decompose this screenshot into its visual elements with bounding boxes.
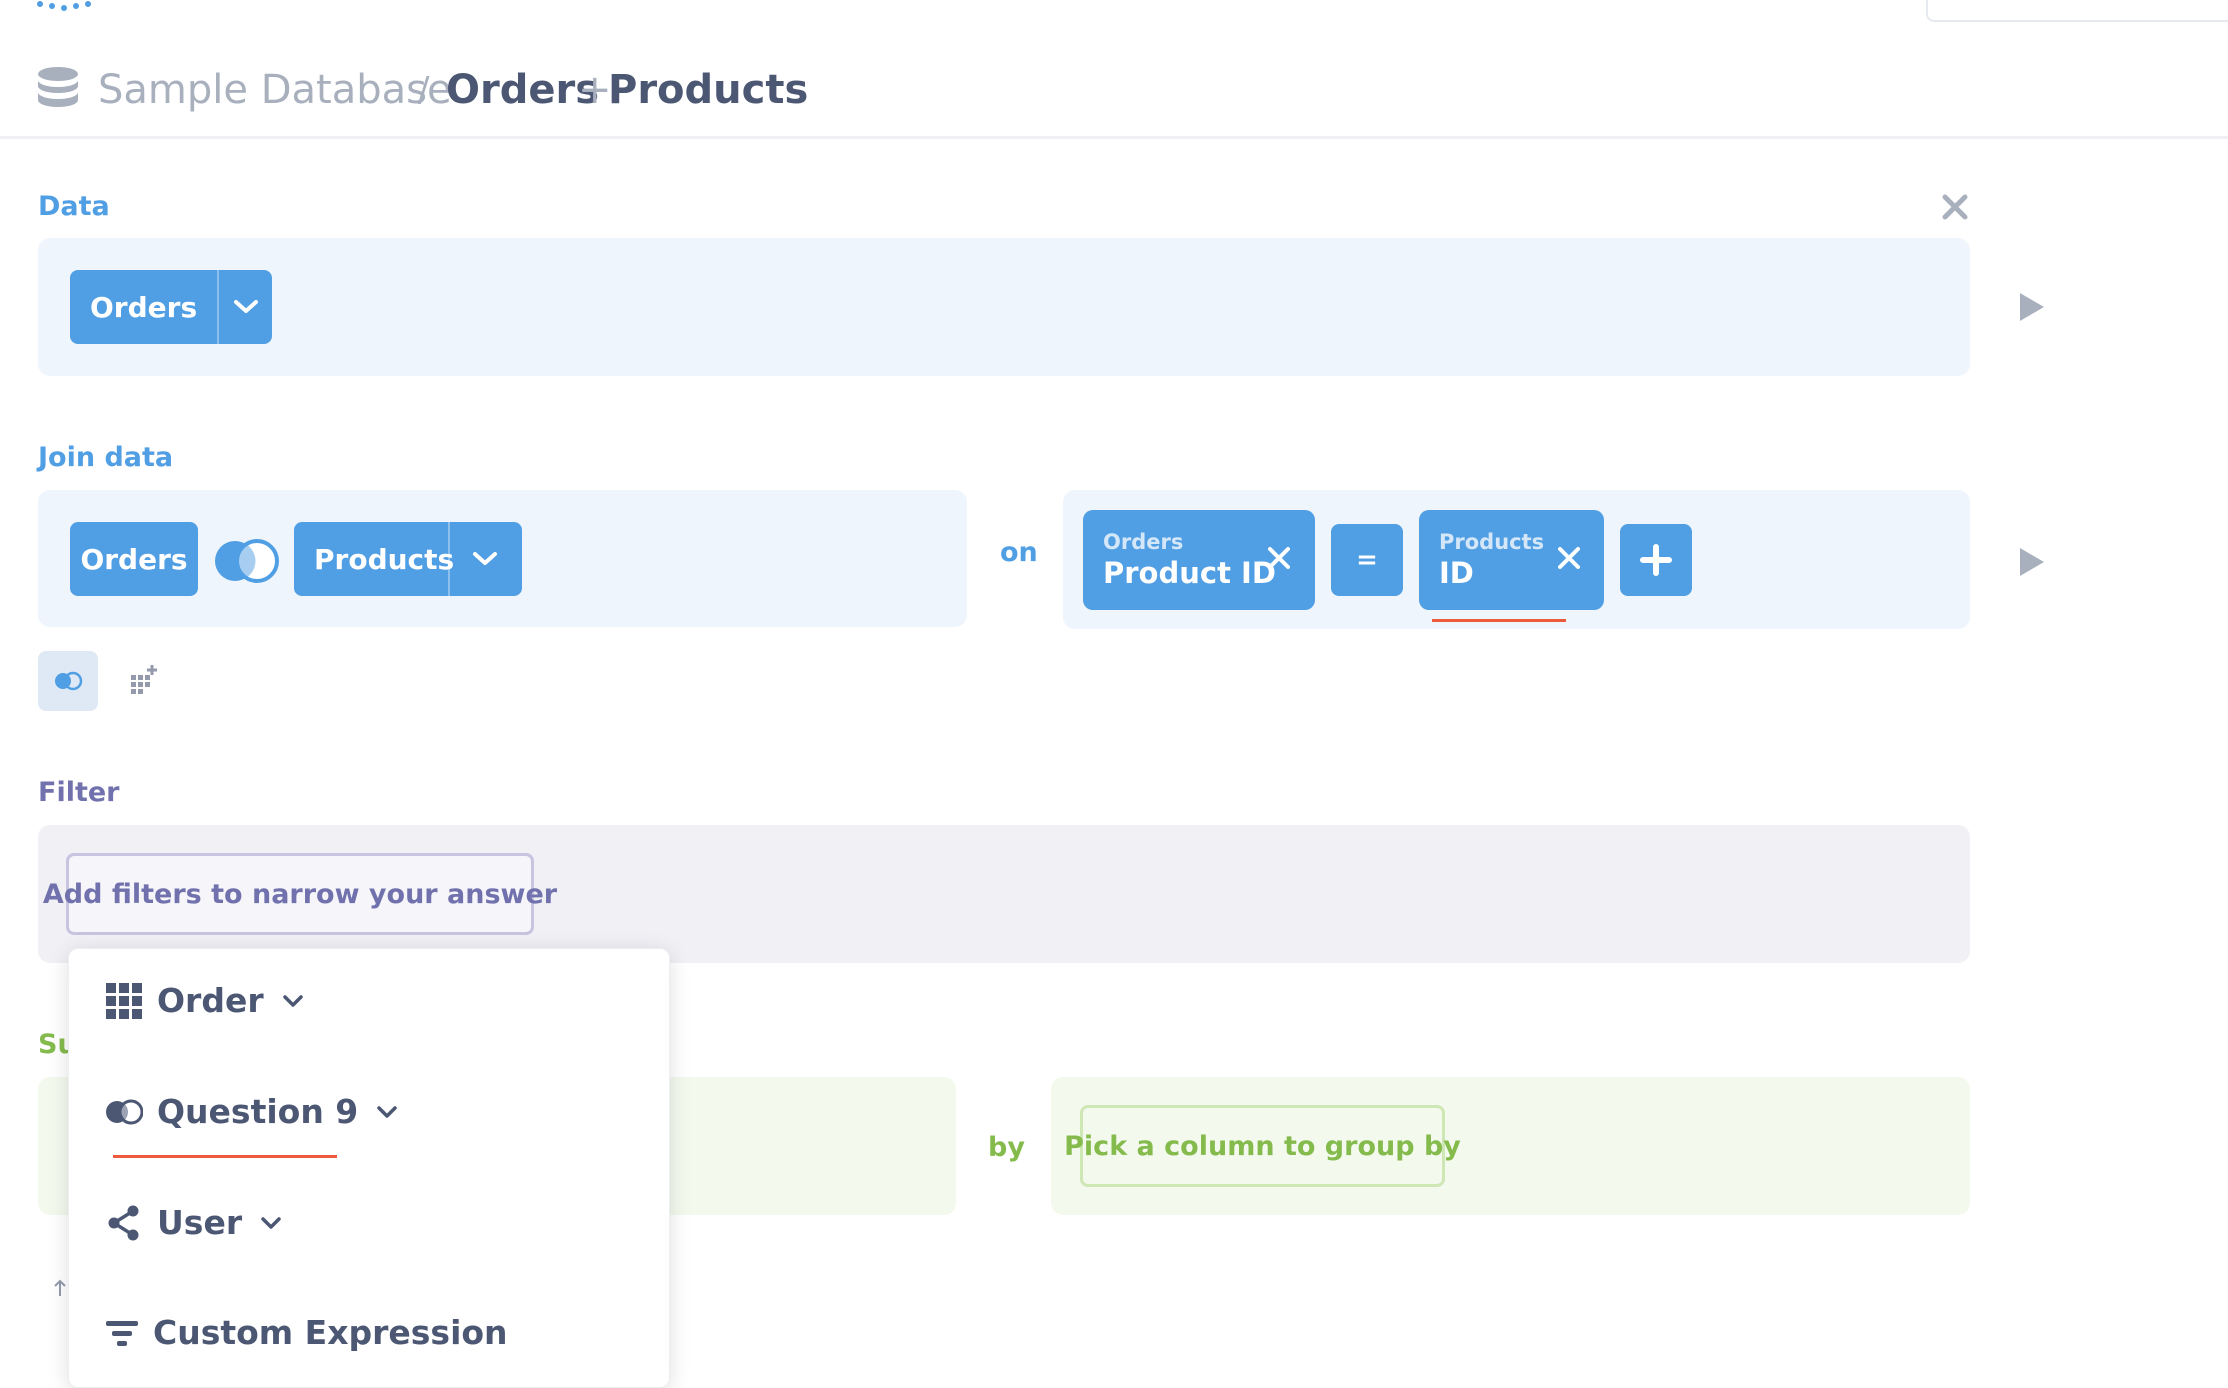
- close-icon[interactable]: [1940, 192, 1970, 222]
- breadcrumb-table-products[interactable]: Products: [608, 62, 808, 118]
- pick-group-by-column-button[interactable]: Pick a column to group by: [1064, 1105, 1461, 1187]
- table-icon: [106, 982, 142, 1019]
- custom-column-step-button[interactable]: [122, 660, 162, 700]
- data-source-picker[interactable]: Orders: [70, 270, 272, 344]
- join-right-table[interactable]: Products: [294, 522, 454, 596]
- filter-column-popover: Order Question 9 User Custom Expression: [68, 948, 670, 1388]
- data-section-label: Data: [38, 191, 110, 222]
- connections-icon: [108, 1205, 139, 1240]
- chevron-down-icon[interactable]: [450, 522, 520, 596]
- join-left-column-name: Product ID: [1103, 556, 1276, 590]
- left-join-icon[interactable]: [212, 538, 280, 584]
- popover-item-custom-expression[interactable]: Custom Expression: [105, 1313, 508, 1352]
- popover-item-label: User: [157, 1203, 243, 1242]
- join-left-column[interactable]: Orders Product ID: [1083, 510, 1315, 610]
- database-icon: [38, 67, 78, 107]
- data-step-panel: [38, 238, 1970, 376]
- summarize-by-label: by: [988, 1132, 1025, 1163]
- join-icon: [106, 1099, 143, 1124]
- join-left-column-table: Orders: [1103, 530, 1184, 554]
- arrow-up-icon[interactable]: [52, 1278, 68, 1298]
- join-icon: [55, 671, 83, 691]
- popover-item-order[interactable]: Order: [105, 981, 304, 1020]
- join-on-label: on: [1000, 537, 1038, 568]
- popover-item-label: Order: [157, 981, 264, 1020]
- chevron-down-icon: [377, 1105, 398, 1118]
- filter-icon: [106, 1320, 138, 1346]
- join-step-button[interactable]: [38, 651, 98, 711]
- custom-column-icon: [131, 665, 157, 694]
- data-source-table[interactable]: Orders: [70, 270, 220, 344]
- annotation-underline: [1432, 619, 1566, 622]
- run-step-icon[interactable]: [2018, 546, 2046, 578]
- header-divider: [0, 136, 2228, 139]
- join-left-table[interactable]: Orders: [70, 522, 198, 596]
- chevron-down-icon[interactable]: [219, 270, 272, 344]
- popover-item-label: Custom Expression: [153, 1313, 508, 1352]
- chevron-down-icon: [261, 1216, 281, 1229]
- breadcrumb-table-orders[interactable]: Orders: [446, 62, 599, 118]
- chevron-down-icon: [282, 994, 303, 1007]
- join-right-column-name: ID: [1439, 556, 1474, 590]
- join-section-label: Join data: [38, 442, 174, 473]
- close-icon[interactable]: [1265, 544, 1293, 572]
- join-right-column[interactable]: Products ID: [1419, 510, 1604, 610]
- close-icon[interactable]: [1555, 544, 1583, 572]
- add-join-condition-button[interactable]: [1620, 524, 1692, 596]
- search-bar[interactable]: [1926, 0, 2228, 22]
- join-right-column-table: Products: [1439, 530, 1545, 554]
- popover-item-label: Question 9: [157, 1092, 359, 1131]
- run-step-icon[interactable]: [2018, 291, 2046, 323]
- join-right-table-picker[interactable]: Products: [294, 522, 522, 596]
- metabase-logo-icon[interactable]: [36, 0, 92, 14]
- popover-item-user[interactable]: User: [105, 1203, 282, 1242]
- plus-icon: [1640, 544, 1672, 576]
- filter-section-label: Filter: [38, 777, 120, 808]
- annotation-underline: [113, 1155, 337, 1158]
- breadcrumb-join-symbol: +: [578, 67, 612, 113]
- breadcrumb-database[interactable]: Sample Database: [98, 62, 452, 118]
- popover-item-question-9[interactable]: Question 9: [105, 1092, 398, 1131]
- join-operator-button[interactable]: =: [1331, 524, 1403, 596]
- breadcrumb-separator: /: [418, 70, 430, 110]
- add-filter-button[interactable]: Add filters to narrow your answer: [43, 853, 557, 935]
